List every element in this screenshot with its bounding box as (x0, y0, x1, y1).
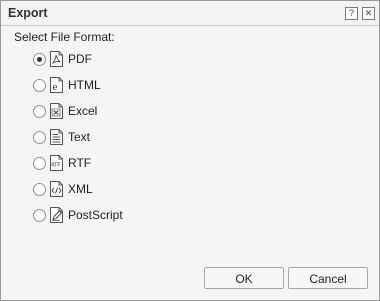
format-label-html: HTML (68, 78, 101, 92)
rtf-icon: RTF (49, 155, 64, 171)
format-option-html[interactable]: e HTML (33, 75, 233, 95)
postscript-icon (49, 207, 64, 223)
xml-icon (49, 181, 64, 197)
radio-html[interactable] (33, 78, 46, 92)
format-label-rtf: RTF (68, 156, 92, 170)
title-bar: Export ? ✕ (1, 1, 379, 26)
text-icon (49, 129, 64, 145)
close-button[interactable]: ✕ (362, 7, 375, 20)
radio-rtf[interactable] (33, 156, 46, 170)
format-label-xml: XML (68, 182, 93, 196)
format-option-rtf[interactable]: RTF RTF (33, 153, 233, 173)
radio-excel[interactable] (33, 104, 46, 118)
select-file-format-label: Select File Format: (14, 30, 115, 44)
format-option-postscript[interactable]: PostScript (33, 205, 233, 225)
format-option-text[interactable]: Text (33, 127, 233, 147)
format-label-postscript: PostScript (68, 208, 123, 222)
dialog-title: Export (8, 6, 48, 20)
pdf-icon (49, 51, 64, 67)
svg-text:RTF: RTF (51, 163, 60, 169)
radio-postscript[interactable] (33, 208, 46, 222)
ok-button[interactable]: OK (204, 267, 284, 289)
format-option-pdf[interactable]: PDF (33, 49, 233, 69)
format-label-text: Text (68, 130, 91, 144)
radio-xml[interactable] (33, 182, 46, 196)
cancel-button[interactable]: Cancel (288, 267, 368, 289)
help-button[interactable]: ? (345, 7, 358, 20)
svg-text:e: e (53, 81, 58, 93)
export-dialog: Export ? ✕ Select File Format: PDF e HTM… (0, 0, 380, 301)
html-icon: e (49, 77, 64, 93)
format-option-excel[interactable]: Excel (33, 101, 233, 121)
format-label-excel: Excel (68, 104, 98, 118)
radio-text[interactable] (33, 130, 46, 144)
radio-pdf[interactable] (33, 52, 46, 66)
format-label-pdf: PDF (68, 52, 92, 66)
excel-icon (49, 103, 64, 119)
format-option-xml[interactable]: XML (33, 179, 233, 199)
